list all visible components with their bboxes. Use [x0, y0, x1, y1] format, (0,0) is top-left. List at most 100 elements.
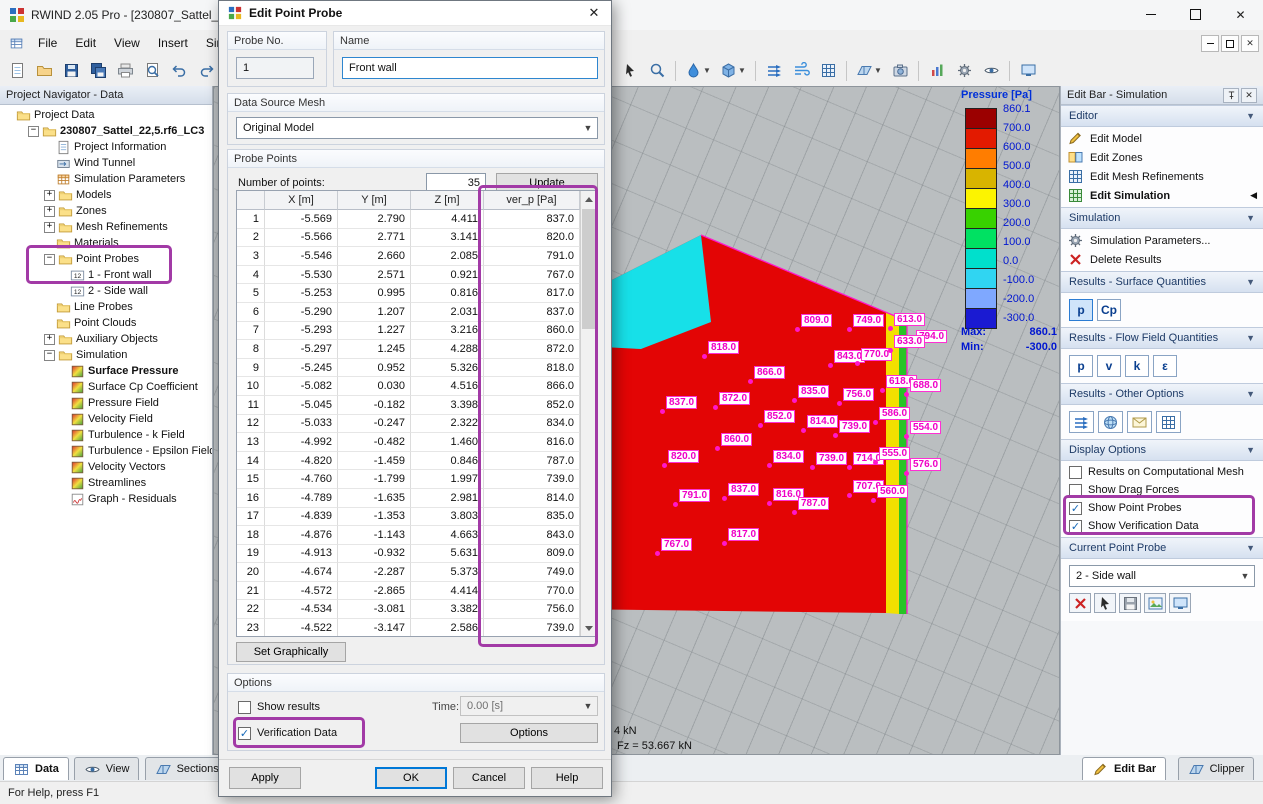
- table-row[interactable]: 21-4.572-2.8654.414770.0: [237, 582, 597, 601]
- flow-arrows-button[interactable]: [761, 58, 787, 83]
- flow-arrows-button[interactable]: [1069, 411, 1094, 433]
- pointer-button[interactable]: [617, 58, 643, 83]
- menu-edit[interactable]: Edit: [66, 32, 105, 54]
- image-button[interactable]: [1144, 593, 1166, 613]
- tree-expander[interactable]: +: [44, 206, 55, 217]
- redo-button[interactable]: [193, 58, 219, 83]
- result-quantity-button[interactable]: v: [1097, 355, 1121, 377]
- sphere-button[interactable]: [1098, 411, 1123, 433]
- table-row[interactable]: 2-5.5662.7713.141820.0: [237, 229, 597, 248]
- section-current-point-probe[interactable]: Current Point Probe▼: [1061, 537, 1263, 559]
- table-row[interactable]: 16-4.789-1.6352.981814.0: [237, 489, 597, 508]
- save-button[interactable]: [58, 58, 84, 83]
- menu-insert[interactable]: Insert: [149, 32, 197, 54]
- tab-clipper[interactable]: Clipper: [1178, 757, 1255, 780]
- tree-expander[interactable]: −: [28, 126, 39, 137]
- tree-item[interactable]: +Zones: [0, 203, 212, 219]
- checkbox[interactable]: [1069, 502, 1082, 515]
- checkbox[interactable]: [1069, 466, 1082, 479]
- maximize-button[interactable]: [1173, 0, 1218, 29]
- close-button[interactable]: ✕: [1218, 0, 1263, 29]
- menu-file[interactable]: File: [29, 32, 66, 54]
- tree-expander[interactable]: +: [44, 222, 55, 233]
- tree-expander[interactable]: +: [44, 190, 55, 201]
- table-row[interactable]: 18-4.876-1.1434.663843.0: [237, 526, 597, 545]
- scroll-up-icon[interactable]: [581, 191, 597, 207]
- mesh-button[interactable]: [815, 58, 841, 83]
- result-quantity-button[interactable]: p: [1069, 299, 1093, 321]
- save-gray-button[interactable]: [1119, 593, 1141, 613]
- tree-item[interactable]: +Models: [0, 187, 212, 203]
- scroll-down-icon[interactable]: [581, 620, 597, 636]
- tree-item[interactable]: +Mesh Refinements: [0, 219, 212, 235]
- tree-item[interactable]: Graph - Residuals: [0, 491, 212, 507]
- gear-button[interactable]: [951, 58, 977, 83]
- edit-bar-item[interactable]: Edit Model: [1061, 129, 1263, 148]
- table-row[interactable]: 4-5.5302.5710.921767.0: [237, 266, 597, 285]
- tree-item[interactable]: −Simulation: [0, 347, 212, 363]
- table-row[interactable]: 5-5.2530.9950.816817.0: [237, 284, 597, 303]
- tree-item[interactable]: Streamlines: [0, 475, 212, 491]
- wind-button[interactable]: [788, 58, 814, 83]
- result-quantity-button[interactable]: p: [1069, 355, 1093, 377]
- tree-item[interactable]: Surface Cp Coefficient: [0, 379, 212, 395]
- print-button[interactable]: [112, 58, 138, 83]
- tree-item[interactable]: Wind Tunnel: [0, 155, 212, 171]
- open-project-button[interactable]: [31, 58, 57, 83]
- pointer-button[interactable]: [1094, 593, 1116, 613]
- result-quantity-button[interactable]: k: [1125, 355, 1149, 377]
- pin-icon[interactable]: [1223, 88, 1239, 103]
- show-results-checkbox[interactable]: [238, 701, 251, 714]
- options-button[interactable]: Options: [460, 723, 598, 743]
- checkbox[interactable]: [1069, 520, 1082, 533]
- tree-item[interactable]: 121 - Front wall: [0, 267, 212, 283]
- mdi-close-button[interactable]: ✕: [1241, 35, 1259, 52]
- paint-button[interactable]: ▼: [681, 58, 715, 83]
- table-row[interactable]: 11-5.045-0.1823.398852.0: [237, 396, 597, 415]
- table-row[interactable]: 20-4.674-2.2875.373749.0: [237, 563, 597, 582]
- table-row[interactable]: 15-4.760-1.7991.997739.0: [237, 470, 597, 489]
- table-row[interactable]: 17-4.839-1.3533.803835.0: [237, 508, 597, 527]
- delete-x-button[interactable]: [1069, 593, 1091, 613]
- edit-bar-item[interactable]: Edit Mesh Refinements: [1061, 167, 1263, 186]
- edit-bar-item[interactable]: Edit Zones: [1061, 148, 1263, 167]
- table-row[interactable]: 3-5.5462.6602.085791.0: [237, 247, 597, 266]
- table-row[interactable]: 10-5.0820.0304.516866.0: [237, 377, 597, 396]
- table-row[interactable]: 7-5.2931.2273.216860.0: [237, 322, 597, 341]
- envelope-button[interactable]: [1127, 411, 1152, 433]
- table-row[interactable]: 1-5.5692.7904.411837.0: [237, 210, 597, 229]
- help-button[interactable]: Help: [531, 767, 603, 789]
- column-header[interactable]: ver_p [Pa]: [484, 191, 580, 210]
- result-quantity-button[interactable]: ε: [1153, 355, 1177, 377]
- matrix-button[interactable]: [1156, 411, 1181, 433]
- table-row[interactable]: 14-4.820-1.4590.846787.0: [237, 452, 597, 471]
- tree-item[interactable]: Point Clouds: [0, 315, 212, 331]
- verification-data-checkbox[interactable]: [238, 727, 251, 740]
- tab-view[interactable]: View: [74, 757, 140, 780]
- tree-item[interactable]: Pressure Field: [0, 395, 212, 411]
- tree-item[interactable]: Turbulence - k Field: [0, 427, 212, 443]
- table-row[interactable]: 22-4.534-3.0813.382756.0: [237, 600, 597, 619]
- mdi-minimize-button[interactable]: [1201, 35, 1219, 52]
- table-row[interactable]: 12-5.033-0.2472.322834.0: [237, 415, 597, 434]
- dialog-titlebar[interactable]: Edit Point Probe ✕: [219, 1, 611, 26]
- tree-expander[interactable]: +: [44, 334, 55, 345]
- tab-data[interactable]: Data: [3, 757, 69, 780]
- table-scrollbar[interactable]: [580, 191, 597, 636]
- camera-button[interactable]: [887, 58, 913, 83]
- tree-expander[interactable]: −: [44, 254, 55, 265]
- section-editor[interactable]: Editor▼: [1061, 105, 1263, 127]
- tree-item[interactable]: Project Data: [0, 107, 212, 123]
- tree-item[interactable]: +Auxiliary Objects: [0, 331, 212, 347]
- edit-bar-item[interactable]: Simulation Parameters...: [1061, 231, 1263, 250]
- tree-item[interactable]: Line Probes: [0, 299, 212, 315]
- chart-button[interactable]: [924, 58, 950, 83]
- table-row[interactable]: 8-5.2971.2454.288872.0: [237, 340, 597, 359]
- dialog-close-button[interactable]: ✕: [577, 2, 611, 25]
- zoom-button[interactable]: [644, 58, 670, 83]
- ok-button[interactable]: OK: [375, 767, 447, 789]
- monitor-button[interactable]: [1169, 593, 1191, 613]
- column-header[interactable]: X [m]: [265, 191, 338, 210]
- mdi-restore-button[interactable]: [1221, 35, 1239, 52]
- scrollbar-thumb[interactable]: [582, 209, 596, 329]
